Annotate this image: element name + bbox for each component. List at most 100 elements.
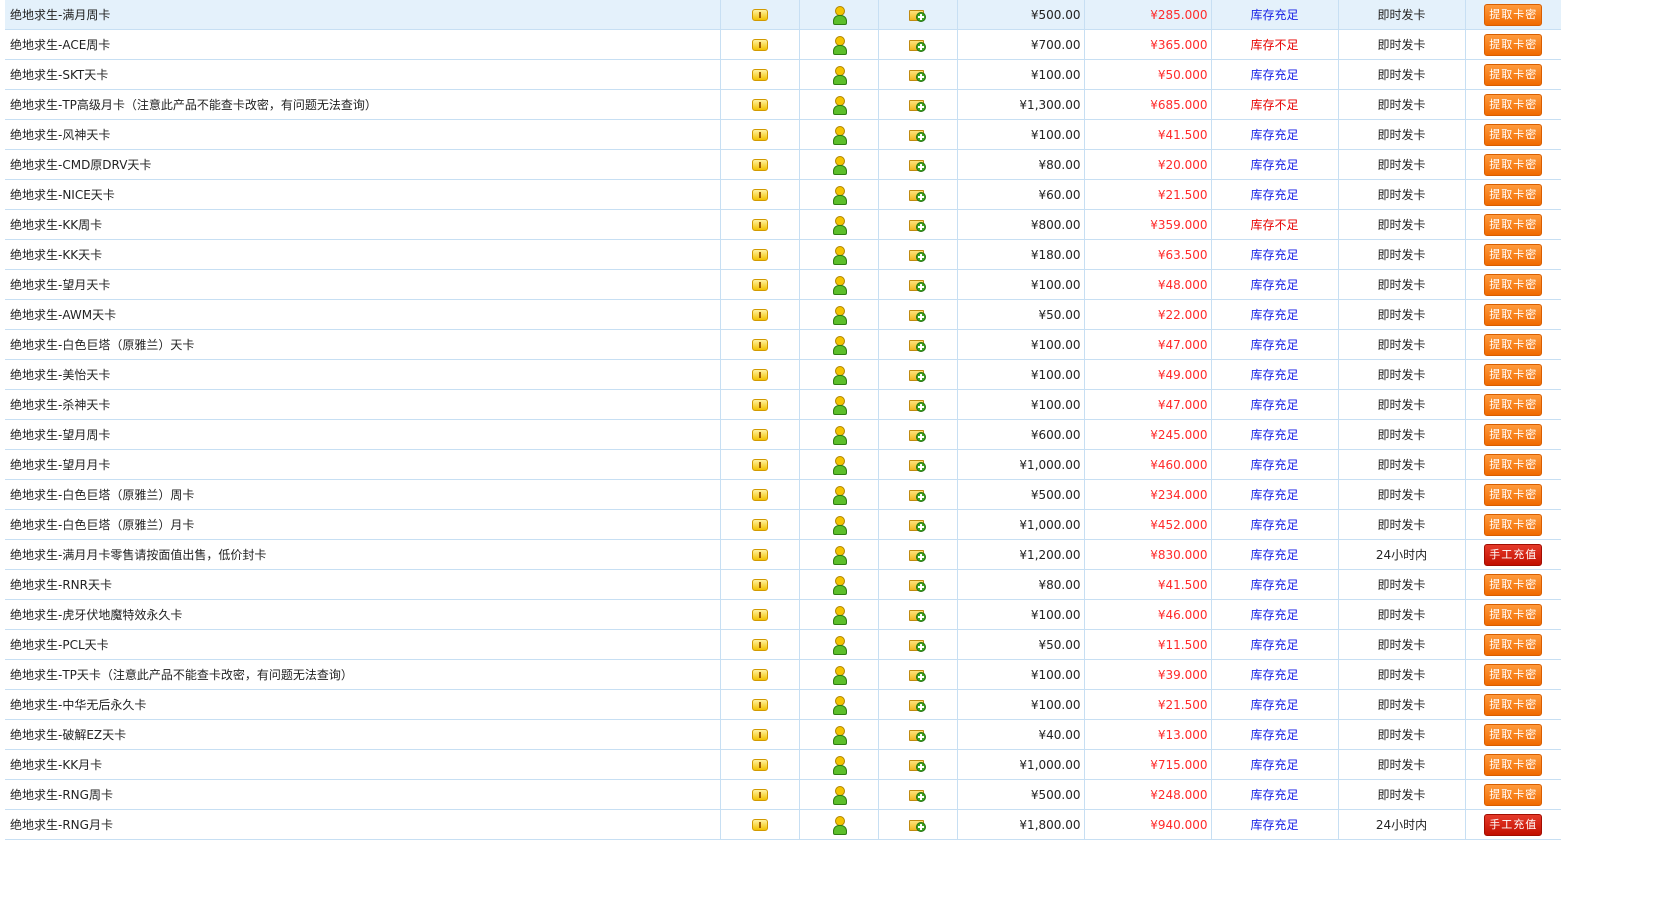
notice-cell[interactable]	[720, 539, 800, 570]
extract-card-button[interactable]: 提取卡密	[1484, 363, 1543, 386]
warning-icon[interactable]	[751, 129, 768, 141]
notice-cell[interactable]	[720, 599, 800, 630]
warning-icon[interactable]	[751, 639, 768, 651]
warning-icon[interactable]	[751, 669, 768, 681]
folder-add-icon[interactable]	[909, 757, 926, 772]
extract-card-button[interactable]: 提取卡密	[1484, 333, 1543, 356]
extract-card-button[interactable]: 提取卡密	[1484, 213, 1543, 236]
agent-cell[interactable]	[799, 809, 879, 840]
agent-cell[interactable]	[799, 179, 879, 210]
product-name[interactable]: 绝地求生-RNG周卡	[5, 779, 721, 810]
product-name[interactable]: 绝地求生-白色巨塔（原雅兰）天卡	[5, 329, 721, 360]
favorite-cell[interactable]	[878, 479, 958, 510]
warning-icon[interactable]	[751, 159, 768, 171]
agent-cell[interactable]	[799, 59, 879, 90]
user-icon[interactable]	[832, 485, 847, 505]
folder-add-icon[interactable]	[909, 67, 926, 82]
warning-icon[interactable]	[751, 729, 768, 741]
agent-cell[interactable]	[799, 89, 879, 120]
folder-add-icon[interactable]	[909, 547, 926, 562]
extract-card-button[interactable]: 提取卡密	[1484, 273, 1543, 296]
extract-card-button[interactable]: 提取卡密	[1484, 153, 1543, 176]
agent-cell[interactable]	[799, 119, 879, 150]
folder-add-icon[interactable]	[909, 487, 926, 502]
product-name[interactable]: 绝地求生-美怡天卡	[5, 359, 721, 390]
user-icon[interactable]	[832, 725, 847, 745]
folder-add-icon[interactable]	[909, 307, 926, 322]
notice-cell[interactable]	[720, 59, 800, 90]
warning-icon[interactable]	[751, 789, 768, 801]
product-name[interactable]: 绝地求生-虎牙伏地魔特效永久卡	[5, 599, 721, 630]
extract-card-button[interactable]: 提取卡密	[1484, 423, 1543, 446]
user-icon[interactable]	[832, 5, 847, 25]
warning-icon[interactable]	[751, 39, 768, 51]
product-name[interactable]: 绝地求生-白色巨塔（原雅兰）周卡	[5, 479, 721, 510]
folder-add-icon[interactable]	[909, 427, 926, 442]
folder-add-icon[interactable]	[909, 727, 926, 742]
extract-card-button[interactable]: 提取卡密	[1484, 3, 1543, 26]
product-name[interactable]: 绝地求生-望月月卡	[5, 449, 721, 480]
agent-cell[interactable]	[799, 569, 879, 600]
favorite-cell[interactable]	[878, 569, 958, 600]
notice-cell[interactable]	[720, 89, 800, 120]
notice-cell[interactable]	[720, 809, 800, 840]
user-icon[interactable]	[832, 155, 847, 175]
notice-cell[interactable]	[720, 359, 800, 390]
warning-icon[interactable]	[751, 399, 768, 411]
favorite-cell[interactable]	[878, 509, 958, 540]
user-icon[interactable]	[832, 695, 847, 715]
favorite-cell[interactable]	[878, 209, 958, 240]
product-name[interactable]: 绝地求生-TP高级月卡（注意此产品不能查卡改密，有问题无法查询）	[5, 89, 721, 120]
user-icon[interactable]	[832, 95, 847, 115]
warning-icon[interactable]	[751, 759, 768, 771]
notice-cell[interactable]	[720, 239, 800, 270]
product-name[interactable]: 绝地求生-TP天卡（注意此产品不能查卡改密，有问题无法查询）	[5, 659, 721, 690]
product-name[interactable]: 绝地求生-满月周卡	[5, 0, 721, 30]
user-icon[interactable]	[832, 665, 847, 685]
warning-icon[interactable]	[751, 69, 768, 81]
user-icon[interactable]	[832, 125, 847, 145]
agent-cell[interactable]	[799, 599, 879, 630]
favorite-cell[interactable]	[878, 389, 958, 420]
product-name[interactable]: 绝地求生-KK天卡	[5, 239, 721, 270]
product-name[interactable]: 绝地求生-CMD原DRV天卡	[5, 149, 721, 180]
notice-cell[interactable]	[720, 719, 800, 750]
extract-card-button[interactable]: 提取卡密	[1484, 243, 1543, 266]
extract-card-button[interactable]: 提取卡密	[1484, 183, 1543, 206]
folder-add-icon[interactable]	[909, 217, 926, 232]
favorite-cell[interactable]	[878, 719, 958, 750]
agent-cell[interactable]	[799, 149, 879, 180]
extract-card-button[interactable]: 提取卡密	[1484, 483, 1543, 506]
user-icon[interactable]	[832, 35, 847, 55]
warning-icon[interactable]	[751, 99, 768, 111]
favorite-cell[interactable]	[878, 449, 958, 480]
manual-recharge-button[interactable]: 手工充值	[1484, 813, 1543, 836]
agent-cell[interactable]	[799, 629, 879, 660]
extract-card-button[interactable]: 提取卡密	[1484, 513, 1543, 536]
favorite-cell[interactable]	[878, 29, 958, 60]
folder-add-icon[interactable]	[909, 457, 926, 472]
warning-icon[interactable]	[751, 699, 768, 711]
extract-card-button[interactable]: 提取卡密	[1484, 303, 1543, 326]
product-name[interactable]: 绝地求生-破解EZ天卡	[5, 719, 721, 750]
user-icon[interactable]	[832, 605, 847, 625]
notice-cell[interactable]	[720, 119, 800, 150]
user-icon[interactable]	[832, 65, 847, 85]
favorite-cell[interactable]	[878, 239, 958, 270]
agent-cell[interactable]	[799, 269, 879, 300]
product-name[interactable]: 绝地求生-中华无后永久卡	[5, 689, 721, 720]
agent-cell[interactable]	[799, 479, 879, 510]
extract-card-button[interactable]: 提取卡密	[1484, 783, 1543, 806]
agent-cell[interactable]	[799, 239, 879, 270]
folder-add-icon[interactable]	[909, 187, 926, 202]
product-name[interactable]: 绝地求生-PCL天卡	[5, 629, 721, 660]
warning-icon[interactable]	[751, 279, 768, 291]
user-icon[interactable]	[832, 815, 847, 835]
folder-add-icon[interactable]	[909, 157, 926, 172]
user-icon[interactable]	[832, 755, 847, 775]
favorite-cell[interactable]	[878, 419, 958, 450]
favorite-cell[interactable]	[878, 809, 958, 840]
user-icon[interactable]	[832, 635, 847, 655]
extract-card-button[interactable]: 提取卡密	[1484, 603, 1543, 626]
notice-cell[interactable]	[720, 329, 800, 360]
